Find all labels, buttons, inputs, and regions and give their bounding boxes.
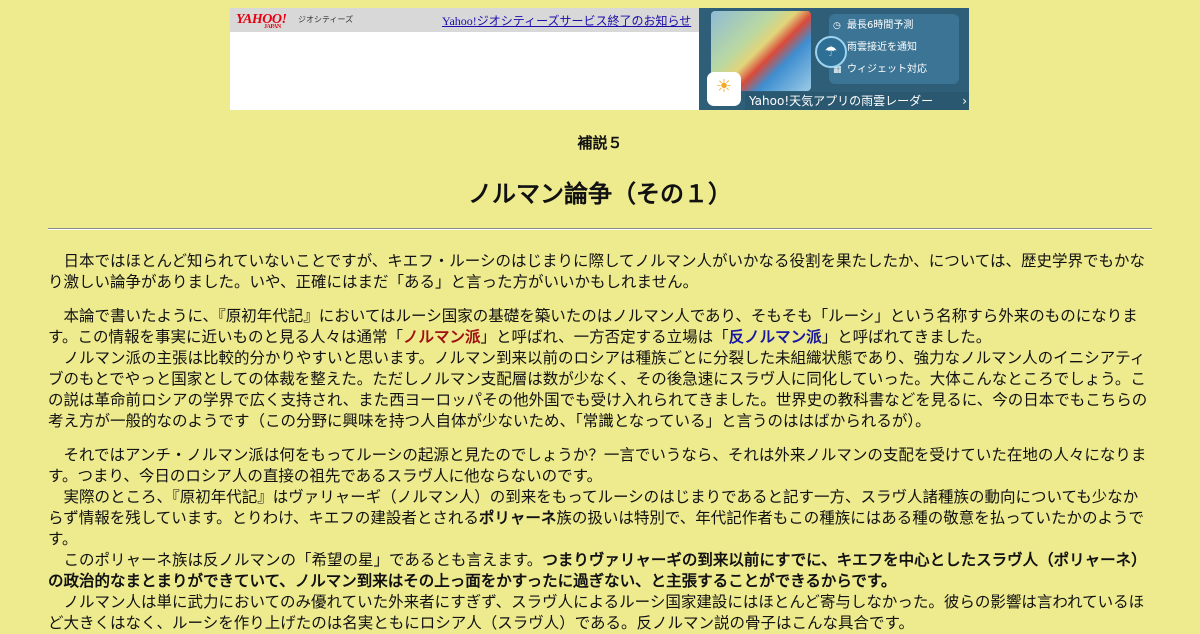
page-title: ノルマン論争（その１） [468,180,732,208]
paragraph: このポリャーネ族は反ノルマンの「希望の星」であるとも言えます。つまりヴァリャーギ… [48,550,1152,592]
service-end-notice-link[interactable]: Yahoo!ジオシティーズサービス終了のお知らせ [442,12,691,29]
banner-bar: YAHOO! JAPAN ジオシティーズ Yahoo!ジオシティーズサービス終了… [230,8,699,32]
yahoo-logo[interactable]: YAHOO! JAPAN [236,12,287,30]
ad-feature-label: 最長6時間予測 [847,20,914,31]
ad-footer-text: Yahoo!天気アプリの雨雲レーダー [749,94,934,108]
paragraph-text: 」と呼ばれてきました。 [821,328,992,346]
paragraph: ノルマン人は単に武力においてのみ優れていた外来者にすぎず、スラヴ人によるルーシ国… [48,593,1145,632]
paragraph: それではアンチ・ノルマン派は何をもってルーシの起源と見たのでしょうか？一言でいう… [48,446,1147,485]
anti-normanist-term: 反ノルマン派 [728,328,822,346]
normanist-term: ノルマン派 [402,328,481,346]
ad-feature-label: ウィジェット対応 [847,64,927,75]
paragraph-text: このポリャーネ族は反ノルマンの「希望の星」であるとも言えます。 [63,551,543,569]
paragraph: ノルマン派の主張は比較的分かりやすいと思います。ノルマン到来以前のロシアは種族ご… [48,349,1148,430]
paragraph: 本論で書いたように、『原初年代記』においてはルーシ国家の基礎を築いたのはノルマン… [48,306,1152,348]
weather-app-icon: ☀ [707,72,741,106]
ad-feature-widget: ▦ ウィジェット対応 [829,60,959,80]
paragraph-text: 」と呼ばれ、一方否定する立場は「 [480,328,729,346]
chevron-right-icon: › [962,94,967,108]
weather-app-ad[interactable]: ◷ 最長6時間予測 ●雨雲接近を通知 ▦ウィジェット対応 ☂ ☀ Yahoo!天気… [699,8,969,110]
clock-icon: ◷ [833,21,841,31]
ad-feature-label: 雨雲接近を通知 [847,42,917,53]
ad-footer-link[interactable]: Yahoo!天気アプリの雨雲レーダー › [745,92,969,110]
geocities-brand: ジオシティーズ [298,15,354,24]
ad-feature-forecast: ◷ 最長6時間予測 [829,16,959,36]
ad-feature-notify: ●雨雲接近を通知 [829,38,959,58]
article-body: 日本ではほとんど知られていないことですが、キエフ・ルーシのはじまりに際してノルマ… [48,251,1152,634]
horizontal-divider [48,228,1152,230]
ad-feature-panel: ◷ 最長6時間予測 ●雨雲接近を通知 ▦ウィジェット対応 [829,14,959,84]
polyane-term: ポリャーネ [478,509,557,527]
rain-cloud-icon: ☂ [815,36,847,68]
geocities-banner: YAHOO! JAPAN ジオシティーズ Yahoo!ジオシティーズサービス終了… [230,8,969,110]
paragraph: 日本ではほとんど知られていないことですが、キエフ・ルーシのはじまりに際してノルマ… [48,252,1145,291]
supplement-label: 補説５ [577,134,623,152]
paragraph: 実際のところ、『原初年代記』はヴァリャーギ（ノルマン人）の到来をもってルーシのは… [48,487,1152,550]
